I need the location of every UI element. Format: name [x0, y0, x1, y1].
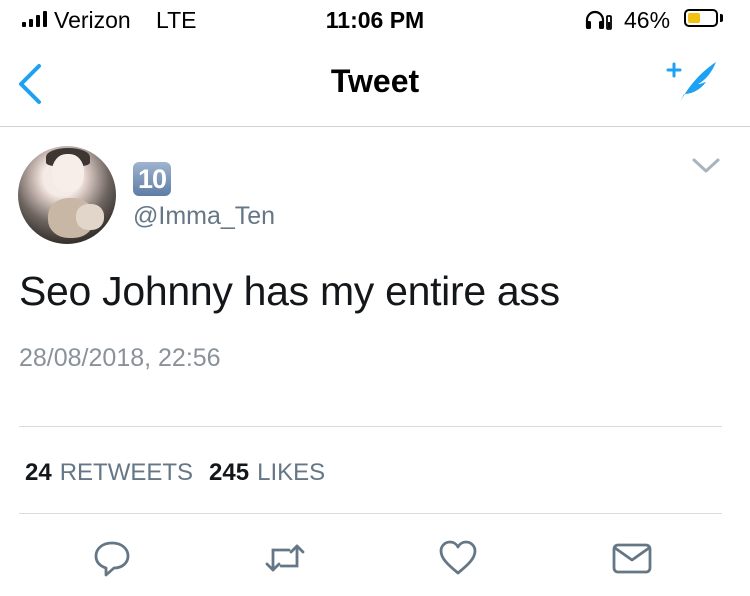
- page-title: Tweet: [330, 63, 420, 99]
- likes-stat[interactable]: 245 LIKES: [209, 459, 325, 487]
- divider: [19, 426, 722, 427]
- headphones-icon: [585, 9, 621, 36]
- status-bar: Verizon LTE 11:06 PM 46%: [0, 0, 750, 40]
- retweet-button[interactable]: [261, 536, 309, 580]
- compose-tweet-button[interactable]: [664, 58, 720, 111]
- reply-button[interactable]: [88, 536, 136, 580]
- engagement-stats: 24 RETWEETS 245 LIKES: [25, 459, 325, 487]
- retweets-count: 24: [25, 459, 52, 486]
- divider: [19, 513, 722, 514]
- battery-icon: [684, 9, 718, 27]
- display-name-emoji[interactable]: 10: [133, 162, 171, 196]
- likes-label: LIKES: [257, 459, 326, 486]
- like-icon: [439, 540, 477, 575]
- nav-divider: [0, 126, 750, 127]
- retweets-stat[interactable]: 24 RETWEETS: [25, 459, 193, 487]
- chevron-down-icon: [692, 158, 720, 173]
- retweet-icon: [265, 544, 305, 572]
- user-handle[interactable]: @Imma_Ten: [133, 202, 275, 231]
- retweets-label: RETWEETS: [59, 459, 194, 486]
- tweet-options-button[interactable]: [690, 156, 722, 181]
- direct-message-icon: [612, 543, 652, 574]
- compose-tweet-icon: [666, 62, 716, 102]
- tweet-timestamp: 28/08/2018, 22:56: [19, 344, 221, 372]
- reply-icon: [94, 541, 130, 577]
- avatar[interactable]: [18, 146, 116, 244]
- battery-percentage: 46%: [624, 7, 671, 33]
- battery-tip: [720, 14, 723, 22]
- likes-count: 245: [209, 459, 250, 486]
- like-button[interactable]: [434, 536, 482, 580]
- direct-message-button[interactable]: [608, 536, 656, 580]
- tweet-text: Seo Johnny has my entire ass: [19, 268, 560, 314]
